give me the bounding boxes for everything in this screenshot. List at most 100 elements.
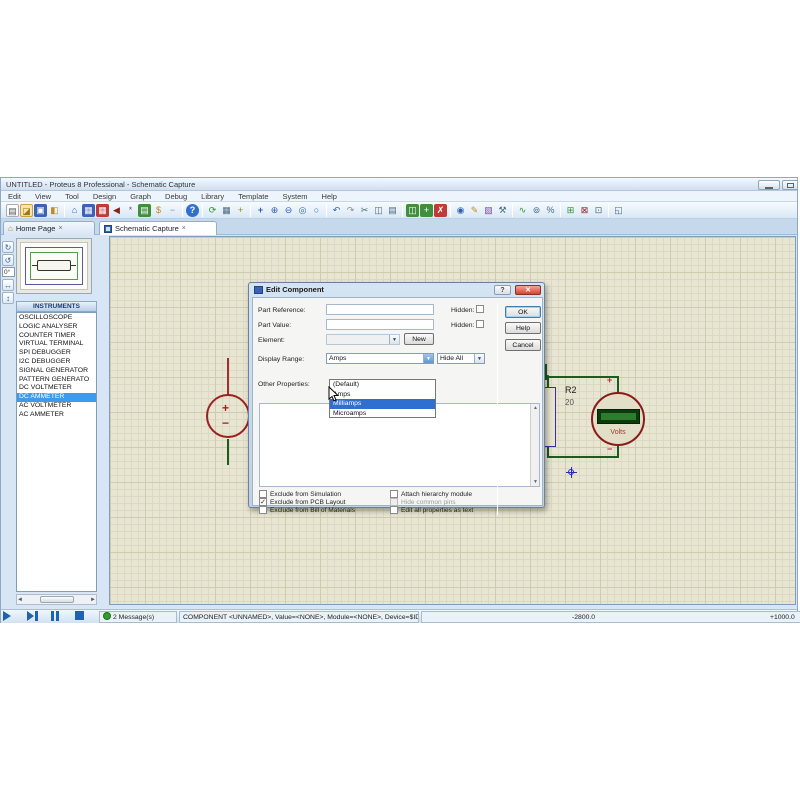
ok-button[interactable]: OK bbox=[505, 306, 541, 318]
step-simulation-button[interactable] bbox=[27, 611, 49, 623]
mirror-horizontal-icon[interactable]: ↔ bbox=[2, 279, 14, 291]
pan-tool-icon[interactable]: + bbox=[254, 204, 267, 217]
menu-tool[interactable]: Tool bbox=[58, 191, 86, 202]
toggle-grid-icon[interactable]: ▦ bbox=[220, 204, 233, 217]
list-item[interactable]: SIGNAL GENERATOR bbox=[17, 367, 96, 376]
open-design-icon[interactable]: ◪ bbox=[20, 204, 33, 217]
dialog-help-icon[interactable]: ? bbox=[494, 285, 511, 295]
part-value-input[interactable] bbox=[326, 319, 434, 330]
menu-template[interactable]: Template bbox=[231, 191, 275, 202]
copy-icon[interactable]: ◫ bbox=[372, 204, 385, 217]
undo-icon[interactable]: ↶ bbox=[330, 204, 343, 217]
wire[interactable] bbox=[227, 358, 229, 395]
resistor-ref-label[interactable]: R2 bbox=[565, 385, 577, 395]
schematic-capture-icon[interactable]: ▦ bbox=[82, 204, 95, 217]
block-copy-icon[interactable]: ◫ bbox=[406, 204, 419, 217]
minimize-button[interactable] bbox=[758, 180, 780, 190]
menu-design[interactable]: Design bbox=[86, 191, 123, 202]
dropdown-option-highlighted[interactable]: Milliamps bbox=[330, 399, 435, 409]
decompose-icon[interactable]: ⚒ bbox=[496, 204, 509, 217]
menu-graph[interactable]: Graph bbox=[123, 191, 158, 202]
wire[interactable] bbox=[547, 378, 549, 387]
hide-all-combobox[interactable]: Hide All ▼ bbox=[437, 353, 485, 364]
rotate-anticlockwise-icon[interactable]: ↺ bbox=[2, 254, 14, 266]
list-item[interactable]: SPI DEBUGGER bbox=[17, 349, 96, 358]
hidden-checkbox-2[interactable] bbox=[476, 320, 484, 328]
textarea-scrollbar[interactable]: ▲ ▼ bbox=[530, 404, 539, 486]
menu-debug[interactable]: Debug bbox=[158, 191, 194, 202]
cut-icon[interactable]: ✂ bbox=[358, 204, 371, 217]
redo-icon[interactable]: ↷ bbox=[344, 204, 357, 217]
list-item[interactable]: AC AMMETER bbox=[17, 411, 96, 420]
attach-hierarchy-checkbox[interactable] bbox=[390, 490, 398, 498]
scroll-right-icon[interactable]: ► bbox=[90, 597, 96, 603]
help-icon[interactable]: ? bbox=[186, 204, 199, 217]
scroll-left-icon[interactable]: ◄ bbox=[17, 597, 23, 603]
title-bar[interactable]: UNTITLED - Proteus 8 Professional - Sche… bbox=[1, 178, 797, 191]
new-element-button[interactable]: New bbox=[404, 333, 434, 345]
dialog-close-icon[interactable]: ✕ bbox=[515, 285, 541, 295]
tab-home-page[interactable]: ⌂ Home Page × bbox=[3, 221, 95, 235]
list-item[interactable]: COUNTER TIMER bbox=[17, 332, 96, 341]
exclude-pcb-checkbox[interactable]: ✓ bbox=[259, 498, 267, 506]
help-button[interactable]: Help bbox=[505, 322, 541, 334]
home-tab-close-icon[interactable]: × bbox=[58, 222, 62, 235]
display-range-combobox[interactable]: Amps ▼ bbox=[326, 353, 434, 364]
wire[interactable] bbox=[227, 439, 229, 465]
paste-icon[interactable]: ▤ bbox=[386, 204, 399, 217]
list-item-selected[interactable]: DC AMMETER bbox=[17, 393, 96, 402]
menu-view[interactable]: View bbox=[28, 191, 58, 202]
dropdown-option[interactable]: Microamps bbox=[330, 409, 435, 419]
scroll-up-icon[interactable]: ▲ bbox=[531, 405, 540, 411]
goto-sheet-icon[interactable]: ⊡ bbox=[592, 204, 605, 217]
list-item[interactable]: I2C DEBUGGER bbox=[17, 358, 96, 367]
wire[interactable] bbox=[617, 378, 619, 392]
rotate-clockwise-icon[interactable]: ↻ bbox=[2, 241, 14, 253]
packaging-tool-icon[interactable]: ▧ bbox=[482, 204, 495, 217]
block-delete-icon[interactable]: ✗ bbox=[434, 204, 447, 217]
dropdown-option[interactable]: Amps bbox=[330, 390, 435, 400]
property-assignment-icon[interactable]: % bbox=[544, 204, 557, 217]
pause-simulation-button[interactable] bbox=[51, 611, 73, 623]
list-item[interactable]: PATTERN GENERATO bbox=[17, 376, 96, 385]
list-item[interactable]: VIRTUAL TERMINAL bbox=[17, 340, 96, 349]
exclude-simulation-checkbox[interactable] bbox=[259, 490, 267, 498]
element-combobox[interactable]: ▼ bbox=[326, 334, 400, 345]
part-reference-input[interactable] bbox=[326, 304, 434, 315]
new-sheet-icon[interactable]: ⊞ bbox=[564, 204, 577, 217]
scroll-thumb[interactable] bbox=[40, 596, 74, 603]
project-notes-icon[interactable]: * bbox=[124, 204, 137, 217]
message-log-cell[interactable]: 2 Message(s) bbox=[99, 611, 177, 623]
search-tag-icon[interactable]: ⊚ bbox=[530, 204, 543, 217]
zoom-all-icon[interactable]: ◎ bbox=[296, 204, 309, 217]
dropdown-option[interactable]: (Default) bbox=[330, 380, 435, 390]
import-project-icon[interactable]: ◧ bbox=[48, 204, 61, 217]
wire[interactable] bbox=[617, 446, 619, 458]
block-move-icon[interactable]: + bbox=[420, 204, 433, 217]
design-explorer-icon[interactable]: ▤ bbox=[138, 204, 151, 217]
origin-icon[interactable]: + bbox=[234, 204, 247, 217]
zoom-in-icon[interactable]: ⊕ bbox=[268, 204, 281, 217]
pcb-layout-icon[interactable]: ▦ bbox=[96, 204, 109, 217]
cancel-button[interactable]: Cancel bbox=[505, 339, 541, 351]
edit-properties-text-checkbox[interactable] bbox=[390, 506, 398, 514]
scroll-down-icon[interactable]: ▼ bbox=[531, 479, 540, 485]
list-item[interactable]: AC VOLTMETER bbox=[17, 402, 96, 411]
zoom-area-icon[interactable]: ○ bbox=[310, 204, 323, 217]
new-design-icon[interactable]: ▤ bbox=[6, 204, 19, 217]
run-simulation-button[interactable] bbox=[3, 611, 25, 623]
remove-sheet-icon[interactable]: ⊠ bbox=[578, 204, 591, 217]
menu-library[interactable]: Library bbox=[194, 191, 231, 202]
redraw-icon[interactable]: ⟳ bbox=[206, 204, 219, 217]
zoom-to-sheet-icon[interactable]: ◱ bbox=[612, 204, 625, 217]
menu-help[interactable]: Help bbox=[315, 191, 344, 202]
pick-parts-icon[interactable]: ◉ bbox=[454, 204, 467, 217]
make-device-icon[interactable]: ✎ bbox=[468, 204, 481, 217]
list-item[interactable]: OSCILLOSCOPE bbox=[17, 314, 96, 323]
mirror-vertical-icon[interactable]: ↕ bbox=[2, 292, 14, 304]
zoom-out-icon[interactable]: ⊖ bbox=[282, 204, 295, 217]
exclude-bom-checkbox[interactable] bbox=[259, 506, 267, 514]
menu-edit[interactable]: Edit bbox=[1, 191, 28, 202]
save-design-icon[interactable]: ▣ bbox=[34, 204, 47, 217]
bill-of-materials-icon[interactable]: $ bbox=[152, 204, 165, 217]
